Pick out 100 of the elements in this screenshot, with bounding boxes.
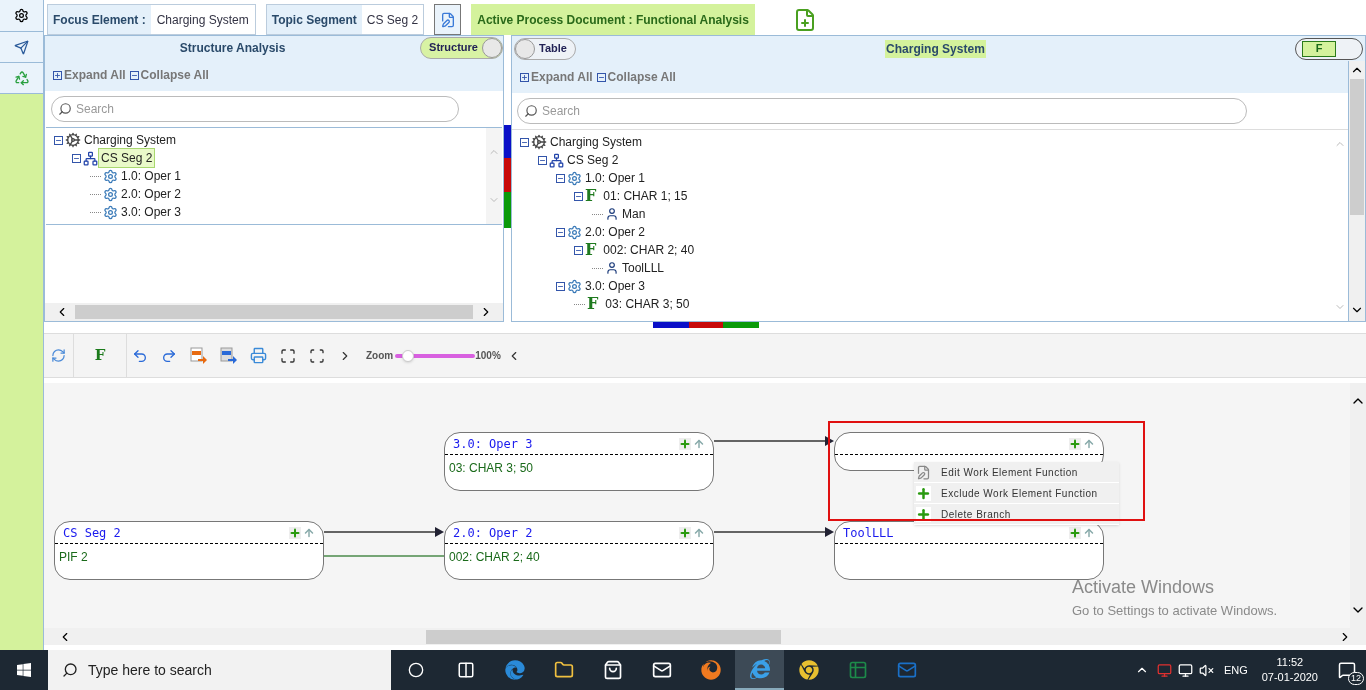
menu-item[interactable]: Delete Branch <box>914 504 1119 525</box>
expand-icon <box>53 70 62 80</box>
search-icon <box>62 662 78 678</box>
collapse-all-link[interactable]: Collapse All <box>596 68 676 86</box>
tree-item[interactable]: 002: CHAR 2; 40 <box>600 240 698 260</box>
mode-toggle[interactable]: F <box>1295 37 1363 60</box>
fit-screen-icon[interactable] <box>280 347 296 364</box>
windows-logo-icon[interactable] <box>16 662 32 678</box>
tree-item[interactable]: 01: CHAR 1; 15 <box>600 186 691 206</box>
page-edit-icon <box>439 11 456 28</box>
zoom-slider[interactable] <box>395 349 476 362</box>
gears-icon <box>103 186 118 202</box>
field-label: Topic Segment <box>270 11 358 29</box>
diagram-node[interactable]: 2.0: Oper 2 002: CHAR 2; 40 <box>444 521 714 580</box>
print-icon[interactable] <box>250 347 267 364</box>
tree-item[interactable]: CS Seg 2 <box>564 150 622 170</box>
redo-icon[interactable] <box>161 347 177 364</box>
expand-all-link[interactable]: Expand All <box>53 66 126 84</box>
cortana-icon[interactable] <box>408 662 424 678</box>
fox-browser-icon <box>700 660 721 680</box>
network-icon[interactable] <box>1177 662 1193 678</box>
menu-item[interactable]: Edit Work Element Function <box>914 462 1119 483</box>
worker-icon <box>605 207 619 221</box>
add-icon[interactable] <box>679 437 691 450</box>
collapse-icon <box>520 137 529 147</box>
scrollbar-thumb[interactable] <box>75 305 473 319</box>
tray-app-icon[interactable] <box>1156 662 1172 678</box>
folder-icon <box>553 660 574 680</box>
scrollbar-thumb[interactable] <box>426 629 781 644</box>
shopping-bag-icon <box>602 660 623 680</box>
tree-item[interactable]: 1.0: Oper 1 <box>118 166 185 186</box>
tree-item[interactable]: 3.0: Oper 3 <box>118 202 185 222</box>
search-field[interactable]: Search <box>51 96 459 122</box>
diagram-node[interactable]: CS Seg 2 PIF 2 <box>54 521 324 580</box>
paper-plane-icon <box>14 39 29 55</box>
toggle-switch[interactable]: Structure <box>420 36 503 59</box>
round-browser-icon <box>798 660 819 680</box>
worker-icon <box>605 261 619 275</box>
node-text: 002: CHAR 2; 40 <box>448 549 541 566</box>
tree-item[interactable]: Charging System <box>81 130 180 150</box>
send-button[interactable] <box>0 32 43 63</box>
add-icon[interactable] <box>679 526 691 539</box>
recycle-button[interactable] <box>0 63 43 94</box>
collapse-icon <box>129 70 139 80</box>
page-edit-icon <box>916 464 931 480</box>
gear-icon <box>65 132 81 148</box>
tree-item[interactable]: ToolLLL <box>619 258 668 278</box>
tree-item[interactable]: Man <box>619 204 649 224</box>
task-view-icon <box>456 661 475 679</box>
fullscreen-icon[interactable] <box>309 347 325 364</box>
menu-item[interactable]: Exclude Work Element Function <box>914 483 1119 504</box>
export-svg-icon[interactable] <box>190 347 207 364</box>
tree-item[interactable]: 3.0: Oper 3 <box>582 276 649 296</box>
hierarchy-icon <box>549 152 564 168</box>
up-arrow-icon[interactable] <box>1083 437 1095 450</box>
hierarchy-icon <box>83 150 98 166</box>
tree-item[interactable]: 2.0: Oper 2 <box>118 184 185 204</box>
undo-icon[interactable] <box>132 347 148 364</box>
field-value: Charging System <box>150 5 255 34</box>
mail-icon <box>896 660 917 680</box>
collapse-all-link[interactable]: Collapse All <box>129 66 209 84</box>
up-arrow-icon[interactable] <box>1083 526 1095 539</box>
export-png-icon[interactable] <box>220 347 237 364</box>
function-button[interactable]: F <box>94 344 106 367</box>
tree-item[interactable]: Charging System <box>547 132 646 152</box>
collapse-icon <box>574 245 583 255</box>
search-field[interactable]: Search <box>517 98 1247 124</box>
diagram-node[interactable]: ToolLLL <box>834 521 1104 580</box>
tree-item[interactable]: 1.0: Oper 1 <box>582 168 649 188</box>
scrollbar-thumb[interactable] <box>1350 79 1364 215</box>
up-arrow-icon[interactable] <box>693 437 705 450</box>
collapse-icon <box>556 173 565 183</box>
gears-icon <box>567 224 582 240</box>
diagram-node[interactable]: 3.0: Oper 3 03: CHAR 3; 50 <box>444 432 714 491</box>
node-title: 3.0: Oper 3 <box>453 435 534 453</box>
add-icon[interactable] <box>289 526 301 539</box>
tree-item[interactable]: CS Seg 2 <box>98 148 156 168</box>
up-arrow-icon[interactable] <box>693 526 705 539</box>
add-icon[interactable] <box>1069 437 1081 450</box>
gears-icon <box>103 168 118 184</box>
volume-muted-icon[interactable] <box>1198 662 1214 678</box>
spreadsheet-icon <box>847 660 868 680</box>
settings-button[interactable] <box>0 0 43 32</box>
up-arrow-icon[interactable] <box>303 526 315 539</box>
add-icon[interactable] <box>1069 526 1081 539</box>
tree-item[interactable]: 03: CHAR 3; 50 <box>602 294 693 314</box>
refresh-icon[interactable] <box>51 348 66 363</box>
taskbar-search-field[interactable]: Type here to search <box>48 650 391 690</box>
language-indicator[interactable]: ENG <box>1223 661 1248 679</box>
panel-title: Charging System <box>885 39 986 58</box>
add-icon <box>916 485 931 501</box>
tree-item[interactable]: 2.0: Oper 2 <box>582 222 649 242</box>
clock[interactable]: 11:52 07-01-2020 <box>1261 655 1318 685</box>
edit-document-button[interactable] <box>434 4 462 35</box>
zoom-label: Zoom <box>366 349 394 363</box>
node-title: ToolLLL <box>843 524 895 542</box>
expand-all-link[interactable]: Expand All <box>520 68 593 86</box>
collapse-icon <box>556 227 565 237</box>
toggle-switch[interactable]: Table <box>514 37 576 60</box>
collapse-icon <box>54 135 63 145</box>
